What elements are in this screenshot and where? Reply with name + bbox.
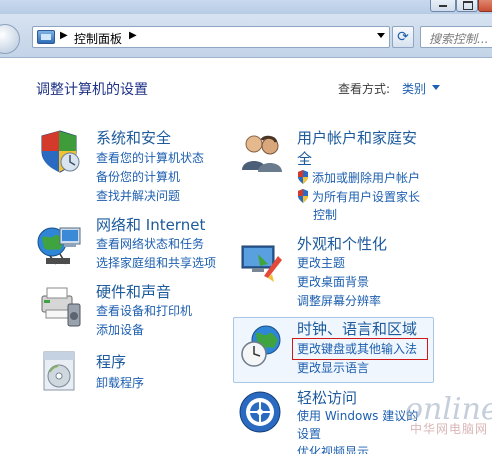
- clock-globe-icon[interactable]: [238, 322, 286, 370]
- title-strip: [0, 0, 492, 14]
- link-uninstall-program[interactable]: 卸载程序: [96, 375, 144, 391]
- users-icon[interactable]: [238, 130, 286, 178]
- address-dropdown-icon[interactable]: [377, 33, 385, 38]
- breadcrumb-arrow-icon[interactable]: ▶: [60, 30, 68, 41]
- link-windows-suggestions-cont[interactable]: 设置: [297, 426, 321, 442]
- link-troubleshoot[interactable]: 查找并解决问题: [96, 188, 180, 204]
- category-title-system-security[interactable]: 系统和安全: [96, 128, 171, 148]
- link-screen-resolution[interactable]: 调整屏幕分辨率: [297, 293, 381, 309]
- close-button[interactable]: [478, 0, 492, 12]
- link-desktop-background[interactable]: 更改桌面背景: [297, 274, 369, 290]
- category-title-clock-region[interactable]: 时钟、语言和区域: [297, 319, 417, 339]
- category-title-network[interactable]: 网络和 Internet: [96, 215, 205, 235]
- link-change-display-language[interactable]: 更改显示语言: [297, 360, 369, 376]
- breadcrumb-arrow-icon[interactable]: ▶: [129, 30, 137, 41]
- refresh-icon: ⟳: [397, 29, 409, 45]
- link-add-device[interactable]: 添加设备: [96, 322, 144, 338]
- monitor-paint-icon[interactable]: [238, 238, 286, 286]
- chevron-down-icon[interactable]: [432, 85, 440, 90]
- category-title-user-accounts-line1[interactable]: 用户帐户和家庭安: [297, 128, 417, 148]
- category-title-appearance[interactable]: 外观和个性化: [297, 234, 387, 254]
- address-bar[interactable]: ▶ 控制面板 ▶: [32, 26, 390, 48]
- link-backup-computer[interactable]: 备份您的计算机: [96, 169, 180, 185]
- category-title-ease-of-access[interactable]: 轻松访问: [297, 388, 357, 408]
- link-parental-controls[interactable]: 为所有用户设置家长: [297, 189, 420, 205]
- page-title: 调整计算机的设置: [36, 82, 148, 98]
- refresh-button[interactable]: ⟳: [392, 26, 414, 48]
- globe-network-icon[interactable]: [36, 220, 84, 268]
- watermark-caption: 中华网电脑网: [410, 422, 489, 436]
- link-label[interactable]: 添加或删除用户帐户: [312, 171, 420, 185]
- breadcrumb-control-panel[interactable]: 控制面板: [74, 30, 122, 47]
- maximize-button[interactable]: [456, 0, 478, 12]
- category-title-hardware[interactable]: 硬件和声音: [96, 282, 171, 302]
- minimize-button[interactable]: [430, 0, 456, 12]
- link-optimize-display[interactable]: 优化视频显示: [297, 444, 369, 454]
- link-add-remove-accounts[interactable]: 添加或删除用户帐户: [297, 170, 420, 186]
- control-panel-icon: [37, 30, 55, 44]
- link-label[interactable]: 为所有用户设置家长: [312, 190, 420, 204]
- view-by-label: 查看方式:: [338, 82, 391, 96]
- printer-icon[interactable]: [36, 282, 84, 330]
- link-parental-controls-cont[interactable]: 控制: [313, 207, 337, 223]
- annotation-highlight-box: [292, 338, 428, 360]
- uac-shield-icon: [298, 189, 308, 203]
- link-devices-printers[interactable]: 查看设备和打印机: [96, 303, 192, 319]
- programs-disc-icon[interactable]: [36, 348, 84, 396]
- link-view-computer-status[interactable]: 查看您的计算机状态: [96, 150, 204, 166]
- link-homegroup-sharing[interactable]: 选择家庭组和共享选项: [96, 255, 216, 271]
- back-button[interactable]: [0, 24, 20, 54]
- category-title-user-accounts-line2[interactable]: 全: [297, 149, 312, 169]
- link-change-theme[interactable]: 更改主题: [297, 255, 345, 271]
- link-windows-suggestions[interactable]: 使用 Windows 建议的: [297, 408, 418, 424]
- view-by-dropdown[interactable]: 类别: [402, 80, 426, 97]
- category-title-programs[interactable]: 程序: [96, 352, 126, 372]
- shield-icon[interactable]: [36, 128, 84, 176]
- uac-shield-icon: [298, 170, 308, 184]
- window-chrome: ▶ 控制面板 ▶ ⟳ 搜索控制...: [0, 0, 492, 58]
- ease-of-access-icon[interactable]: [238, 390, 286, 438]
- link-network-status[interactable]: 查看网络状态和任务: [96, 236, 204, 252]
- search-input[interactable]: 搜索控制...: [420, 26, 492, 48]
